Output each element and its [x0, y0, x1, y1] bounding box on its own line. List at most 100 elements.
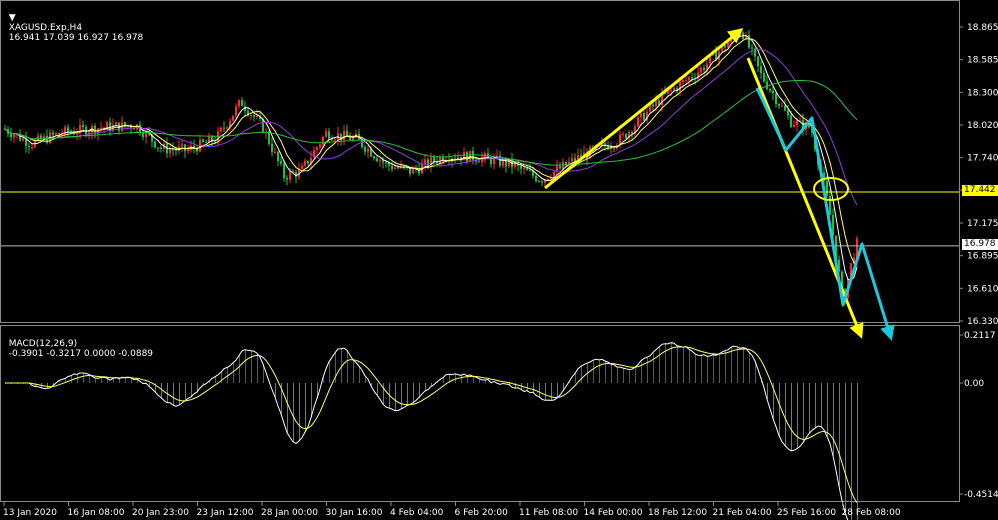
macd-histogram-bar: [173, 383, 174, 406]
candle-body: [187, 149, 189, 152]
macd-tick-label: 0.00: [964, 379, 984, 389]
time-tick-label: 6 Feb 20:00: [455, 508, 509, 518]
macd-histogram-bar: [443, 377, 444, 383]
main-chart-frame: [0, 0, 960, 323]
candle-body: [286, 177, 288, 180]
candle-body: [283, 163, 285, 178]
candle-body: [613, 147, 615, 149]
macd-histogram-bar: [647, 357, 648, 383]
macd-histogram-bar: [707, 356, 708, 383]
price-tick-label: 17.740: [967, 154, 998, 164]
macd-tick-label: -0.4514: [964, 490, 998, 500]
price-tick-label: 16.330: [967, 317, 998, 327]
candle-body: [625, 133, 627, 139]
candle-body: [538, 181, 540, 183]
macd-histogram-bar: [239, 355, 240, 383]
candle-body: [238, 100, 240, 107]
candle-body: [373, 156, 375, 159]
triangle-down-icon[interactable]: ▼: [9, 13, 16, 23]
candle-body: [541, 181, 543, 183]
macd-histogram-bar: [815, 383, 816, 429]
chart-canvas[interactable]: 18.86518.58518.30018.02017.74017.46017.1…: [0, 0, 998, 520]
macd-histogram-bar: [833, 383, 834, 456]
candle-body: [379, 160, 381, 162]
candle-body: [28, 145, 30, 147]
candle-body: [790, 115, 792, 127]
macd-histogram-bar: [623, 367, 624, 383]
macd-histogram-bar: [425, 383, 426, 391]
candle-body: [58, 133, 60, 135]
macd-histogram-bar: [359, 366, 360, 383]
candle-body: [826, 180, 828, 196]
macd-histogram-bar: [305, 383, 306, 433]
macd-histogram-bar: [701, 355, 702, 383]
candle-body: [394, 167, 396, 169]
macd-histogram-bar: [719, 353, 720, 383]
macd-main-line: [5, 342, 849, 520]
macd-histogram-bar: [737, 346, 738, 383]
candle-body: [784, 105, 786, 111]
time-tick-label: 21 Feb 04:00: [713, 508, 772, 518]
macd-histogram-bar: [845, 383, 846, 513]
macd-histogram-bar: [689, 349, 690, 383]
candle-body: [133, 128, 135, 130]
candle-body: [763, 73, 765, 82]
macd-histogram-bar: [377, 383, 378, 395]
candle-body: [391, 165, 393, 169]
macd-histogram-bar: [743, 347, 744, 383]
macd-indicator: [5, 342, 858, 520]
candle-body: [724, 45, 726, 48]
candle-body: [226, 127, 228, 129]
time-tick-label: 20 Jan 23:00: [132, 508, 189, 518]
candle-body: [622, 133, 624, 135]
candle-body: [274, 151, 276, 153]
candle-body: [682, 80, 684, 83]
candle-body: [559, 166, 561, 169]
candle-body: [478, 161, 480, 163]
candle-body: [142, 133, 144, 138]
candle-body: [256, 115, 258, 117]
axes: 18.86518.58518.30018.02017.74017.46017.1…: [3, 23, 998, 518]
candle-body: [439, 156, 441, 164]
candle-body: [232, 115, 234, 122]
macd-histogram-bar: [275, 383, 276, 398]
macd-histogram-bar: [533, 383, 534, 393]
macd-histogram-bar: [167, 383, 168, 403]
macd-histogram-bar: [251, 350, 252, 383]
macd-histogram-bar: [659, 346, 660, 383]
macd-histogram-bar: [353, 359, 354, 383]
macd-histogram-bar: [827, 383, 828, 437]
candle-body: [535, 175, 537, 182]
candle-body: [631, 131, 633, 134]
candle-body: [691, 77, 693, 79]
candle-body: [766, 81, 768, 90]
ma-long-line: [4, 79, 858, 166]
candle-body: [115, 122, 117, 125]
macd-histogram-bar: [233, 362, 234, 383]
candle-body: [250, 115, 252, 117]
level-price-tag: 17.442: [962, 185, 998, 196]
macd-histogram-bar: [797, 383, 798, 449]
macd-histogram-bar: [611, 364, 612, 383]
macd-histogram-bar: [641, 360, 642, 383]
candle-body: [778, 104, 780, 106]
candle-body: [13, 135, 15, 138]
macd-histogram-bar: [77, 374, 78, 383]
macd-histogram-bar: [191, 383, 192, 397]
horizontal-levels: [1, 191, 959, 247]
macd-histogram-bar: [383, 383, 384, 405]
macd-histogram-bar: [605, 361, 606, 383]
candle-body: [637, 117, 639, 127]
candle-body: [382, 160, 384, 163]
macd-histogram-bar: [47, 383, 48, 389]
candle-body: [829, 195, 831, 216]
candle-body: [301, 165, 303, 169]
candle-body: [787, 110, 789, 116]
candle-body: [703, 67, 705, 71]
macd-histogram-bar: [419, 383, 420, 398]
candle-body: [241, 100, 243, 107]
candle-body: [655, 100, 657, 107]
candle-body: [10, 133, 12, 138]
candle-body: [253, 115, 255, 117]
candle-body: [55, 133, 57, 135]
